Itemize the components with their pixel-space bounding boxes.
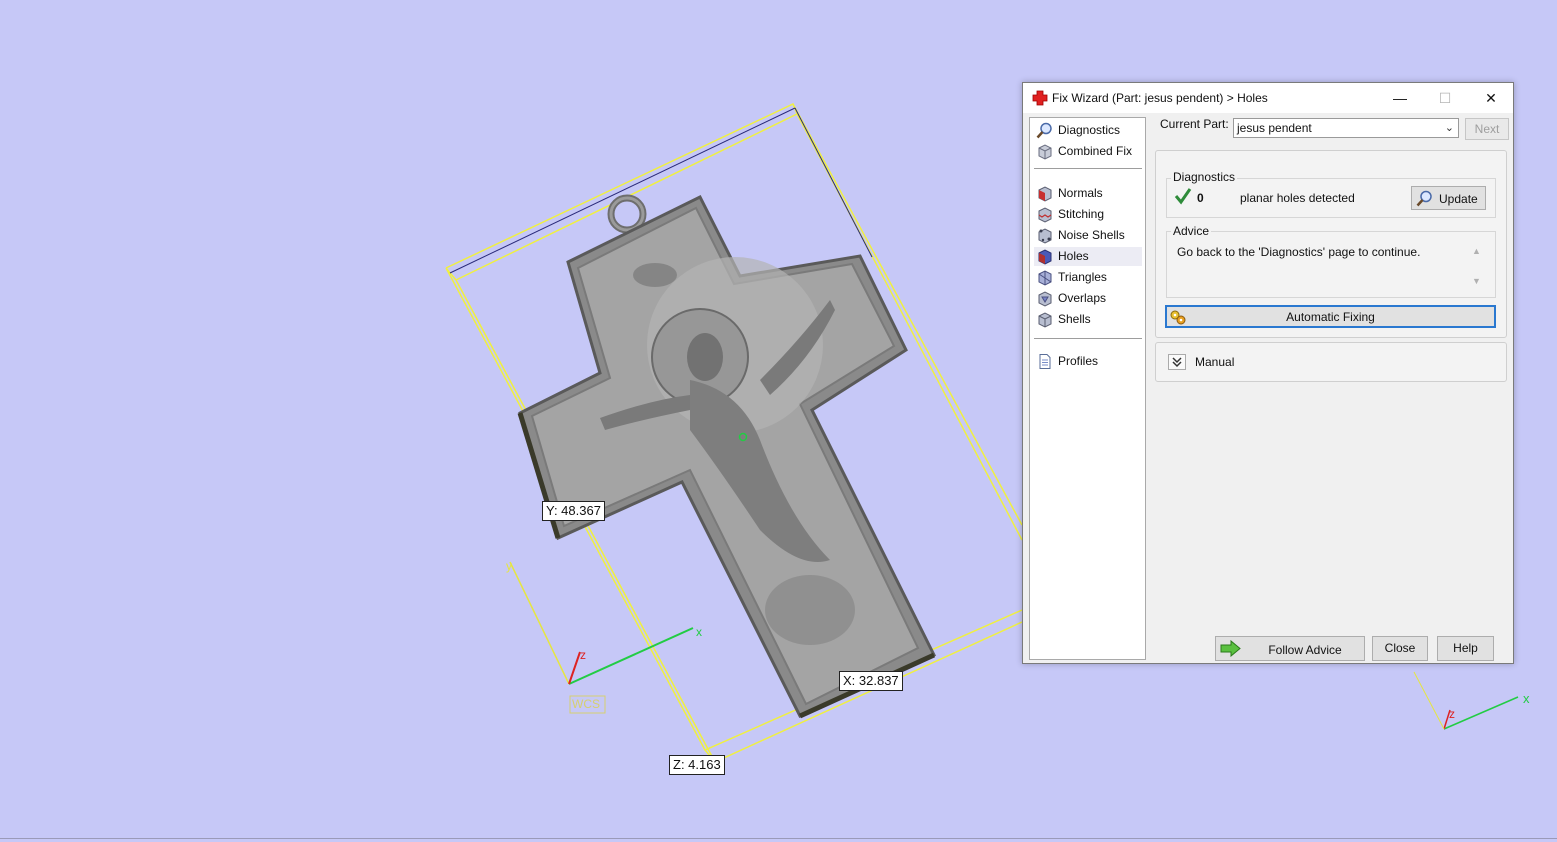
nav-item-holes[interactable]: Holes <box>1034 247 1142 266</box>
nav-item-combined-fix[interactable]: Combined Fix <box>1034 142 1142 161</box>
manual-section[interactable]: Manual <box>1155 342 1507 382</box>
maximize-button[interactable]: ☐ <box>1422 83 1468 113</box>
current-part-value: jesus pendent <box>1237 121 1312 135</box>
stitching-cube-icon <box>1036 206 1053 223</box>
axis-x-label: x <box>696 625 702 639</box>
triangles-icon <box>1036 269 1053 286</box>
nav-item-overlaps[interactable]: Overlaps <box>1034 289 1142 308</box>
dialog-titlebar[interactable]: Fix Wizard (Part: jesus pendent) > Holes… <box>1023 83 1513 113</box>
advice-group <box>1166 231 1496 298</box>
dimension-z-label: Z: 4.163 <box>669 755 725 775</box>
dialog-title: Fix Wizard (Part: jesus pendent) > Holes <box>1052 91 1268 105</box>
cube-icon <box>1036 143 1053 160</box>
normals-cube-icon <box>1036 185 1053 202</box>
viewport-bottom-edge <box>0 838 1557 839</box>
holes-panel: Diagnostics 0 planar holes detected Upda… <box>1155 150 1507 338</box>
next-button[interactable]: Next <box>1465 118 1509 140</box>
holes-cube-icon <box>1036 248 1053 265</box>
close-button[interactable]: Close <box>1372 636 1428 661</box>
wcs-axis-triad <box>509 561 694 714</box>
nav-item-triangles[interactable]: Triangles <box>1034 268 1142 287</box>
magnifier-icon <box>1036 122 1053 139</box>
close-window-button[interactable]: ✕ <box>1468 83 1514 113</box>
noise-shells-icon <box>1036 227 1053 244</box>
diagnostics-title: Diagnostics <box>1171 170 1238 184</box>
axis-z-label: z <box>580 648 586 662</box>
chevron-down-icon: ⌄ <box>1444 122 1454 134</box>
update-button[interactable]: Update <box>1411 186 1486 210</box>
nav-item-stitching[interactable]: Stitching <box>1034 205 1142 224</box>
axis-x-label-secondary: x <box>1523 691 1530 706</box>
scroll-up-icon[interactable]: ▲ <box>1472 246 1481 256</box>
wcs-label: WCS <box>572 697 600 711</box>
nav-item-shells[interactable]: Shells <box>1034 310 1142 329</box>
overlaps-icon <box>1036 290 1053 307</box>
automatic-fixing-button[interactable]: Automatic Fixing <box>1165 305 1496 328</box>
advice-text: Go back to the 'Diagnostics' page to con… <box>1177 245 1421 259</box>
automatic-fixing-label: Automatic Fixing <box>1286 310 1375 324</box>
cross-pendant-model <box>517 194 937 719</box>
checkmark-icon <box>1174 187 1192 208</box>
fix-wizard-dialog: Fix Wizard (Part: jesus pendent) > Holes… <box>1022 82 1514 664</box>
follow-advice-label: Follow Advice <box>1268 643 1342 657</box>
red-cross-icon <box>1032 90 1048 106</box>
shells-icon <box>1036 311 1053 328</box>
follow-advice-button[interactable]: Follow Advice <box>1215 636 1365 661</box>
magnifier-icon <box>1416 190 1433 210</box>
nav-separator <box>1034 168 1142 169</box>
current-part-label: Current Part: <box>1160 117 1229 131</box>
wizard-nav-panel: Diagnostics Combined Fix Normals Stitchi… <box>1029 117 1146 660</box>
dimension-x-label: X: 32.837 <box>839 671 903 691</box>
current-part-select[interactable]: jesus pendent ⌄ <box>1233 118 1459 138</box>
expand-chevron-icon[interactable] <box>1168 354 1186 370</box>
nav-separator <box>1034 338 1142 339</box>
document-icon <box>1036 353 1053 370</box>
dimension-y-label: Y: 48.367 <box>542 501 605 521</box>
manual-label: Manual <box>1195 355 1235 369</box>
axis-z-label-secondary: z <box>1449 707 1455 721</box>
help-button[interactable]: Help <box>1437 636 1494 661</box>
advice-title: Advice <box>1171 224 1212 238</box>
axis-y-label: y <box>506 559 512 573</box>
scroll-down-icon[interactable]: ▼ <box>1472 276 1481 286</box>
nav-item-diagnostics[interactable]: Diagnostics <box>1034 121 1142 140</box>
nav-item-profiles[interactable]: Profiles <box>1034 352 1142 371</box>
holes-count: 0 <box>1197 191 1204 205</box>
holes-message: planar holes detected <box>1240 191 1355 205</box>
secondary-axis-triad <box>1413 671 1519 730</box>
nav-item-normals[interactable]: Normals <box>1034 184 1142 203</box>
green-arrow-icon <box>1220 639 1242 660</box>
update-label: Update <box>1439 192 1478 206</box>
minimize-button[interactable]: — <box>1377 83 1423 113</box>
nav-item-noise-shells[interactable]: Noise Shells <box>1034 226 1142 245</box>
